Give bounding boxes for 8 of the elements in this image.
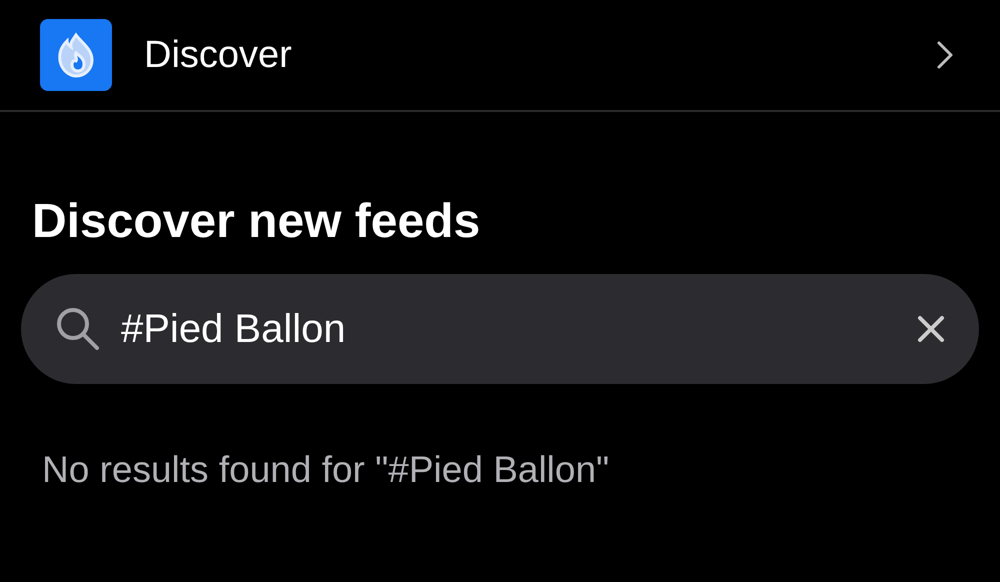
close-icon[interactable] xyxy=(917,315,945,343)
section-heading: Discover new feeds xyxy=(32,198,482,246)
search-value: #Pied Ballon xyxy=(121,306,346,353)
header-title: Discover xyxy=(144,32,292,78)
search-field[interactable]: #Pied Ballon xyxy=(21,274,979,384)
search-icon xyxy=(55,306,101,352)
no-results-message: No results found for "#Pied Ballon" xyxy=(42,448,610,492)
chevron-right-icon[interactable] xyxy=(936,40,954,70)
